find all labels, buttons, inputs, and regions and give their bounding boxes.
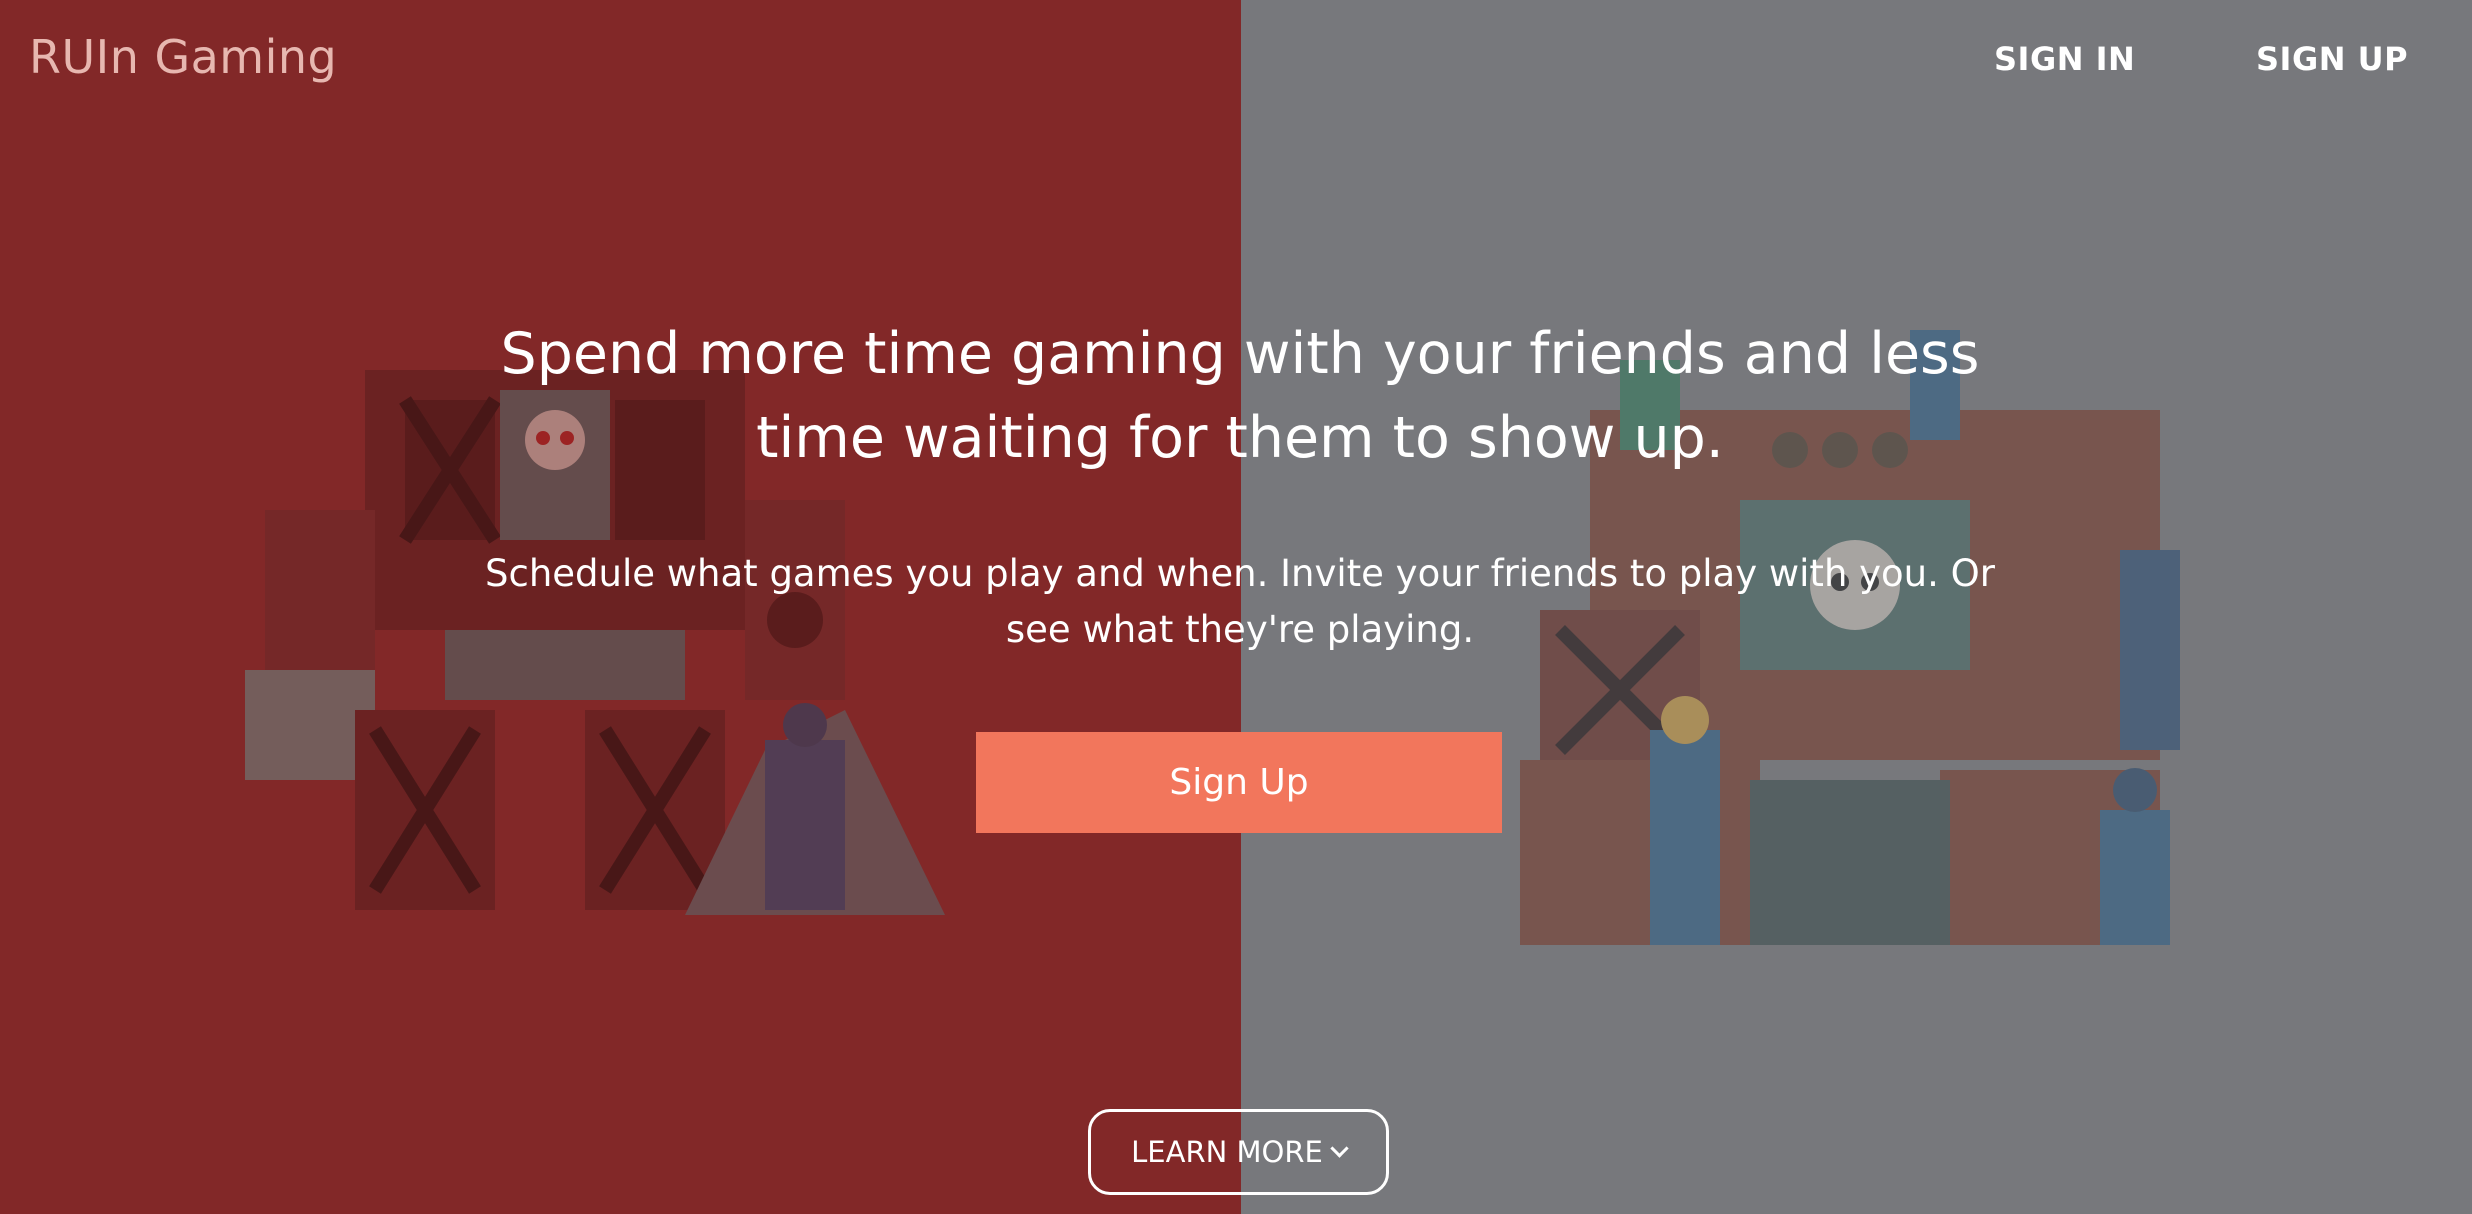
learn-more-label: LEARN MORE	[1131, 1135, 1323, 1169]
chevron-down-icon	[1330, 1138, 1349, 1158]
brand-logo-text[interactable]: RUIn Gaming	[29, 30, 337, 84]
learn-more-button[interactable]: LEARN MORE	[1088, 1109, 1389, 1195]
nav-sign-up-link[interactable]: SIGN UP	[2256, 40, 2408, 78]
hero-title: Spend more time gaming with your friends…	[500, 321, 1980, 471]
hero-subtitle: Schedule what games you play and when. I…	[485, 552, 1995, 651]
landing-page: RUIn Gaming SIGN IN SIGN UP Spend more t…	[0, 0, 2472, 1214]
nav-sign-in-link[interactable]: SIGN IN	[1994, 40, 2135, 78]
sign-up-button[interactable]: Sign Up	[976, 732, 1502, 833]
